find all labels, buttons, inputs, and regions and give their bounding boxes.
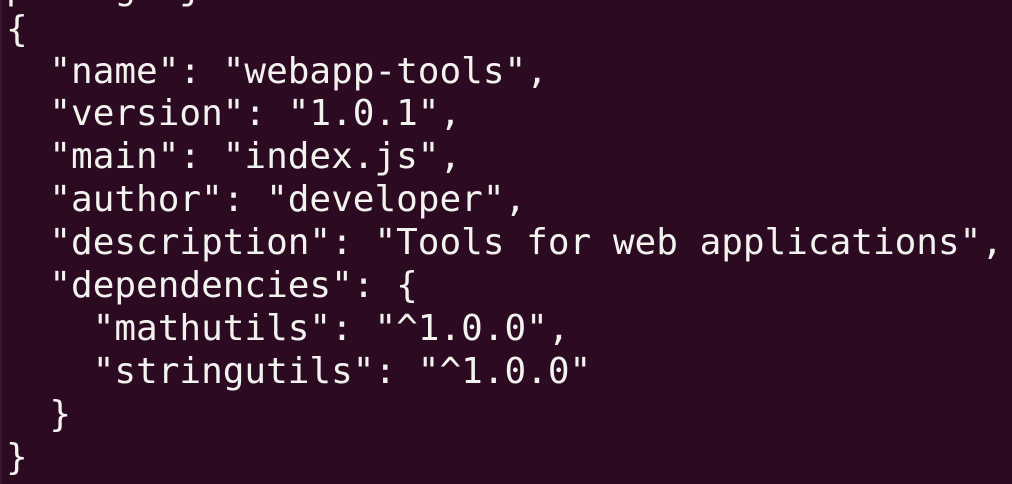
json-line-author: "author": "developer", bbox=[6, 179, 527, 220]
json-line-dependencies: "dependencies": { bbox=[6, 265, 418, 306]
json-line-description: "description": "Tools for web applicatio… bbox=[6, 222, 1003, 263]
json-line-name: "name": "webapp-tools", bbox=[6, 51, 548, 92]
json-close-dependencies: } bbox=[6, 394, 72, 435]
json-line-version: "version": "1.0.1", bbox=[6, 93, 462, 134]
terminal-partial-line: package.json bbox=[6, 0, 266, 10]
json-line-stringutils: "stringutils": "^1.0.0" bbox=[6, 351, 592, 392]
json-open-brace: { bbox=[6, 9, 28, 50]
json-line-mathutils: "mathutils": "^1.0.0", bbox=[6, 308, 570, 349]
terminal-window[interactable]: package.json { "name": "webapp-tools", "… bbox=[0, 0, 1012, 484]
json-close-brace: } bbox=[6, 437, 28, 478]
json-line-main: "main": "index.js", bbox=[6, 136, 462, 177]
terminal-left-edge bbox=[0, 0, 2, 484]
